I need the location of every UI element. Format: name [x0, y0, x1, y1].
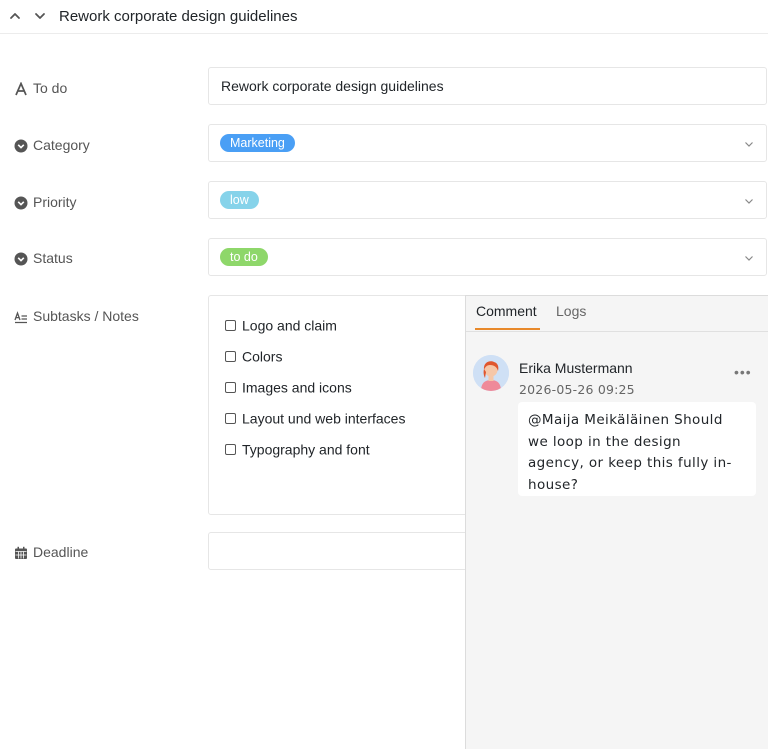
status-pill: to do [220, 248, 268, 266]
subtask-label: Colors [242, 348, 283, 365]
subtask-label: Typography and font [242, 441, 370, 458]
deadline-label-text: Deadline [33, 544, 89, 560]
checkbox[interactable] [225, 319, 236, 331]
chevron-down-icon [35, 13, 45, 19]
user-avatar-icon [473, 355, 509, 391]
checkbox[interactable] [225, 381, 236, 393]
category-label: Category [14, 135, 90, 155]
more-options-icon[interactable]: ••• [734, 364, 752, 380]
text-type-icon [14, 82, 30, 96]
status-label-text: Status [33, 250, 73, 266]
comment-line: @Maija Meikäläinen Should [528, 412, 723, 428]
priority-label-text: Priority [33, 194, 77, 210]
category-pill: Marketing [220, 134, 295, 152]
subtask-item[interactable]: Layout und web interfaces [225, 409, 405, 427]
category-select[interactable]: Marketing [208, 124, 767, 162]
chevron-down-icon [745, 199, 753, 204]
comment-author: Erika Mustermann [519, 360, 633, 376]
comments-tabs: Comment Logs [466, 296, 768, 332]
comment-line: we loop in the design [528, 433, 681, 450]
subtasks-editor[interactable]: Logo and claim Colors Images and icons L… [208, 295, 508, 515]
deadline-field[interactable] [208, 532, 508, 570]
comment-bubble: @Maija Meikäläinen Should we loop in the… [518, 402, 756, 496]
long-text-icon [14, 310, 30, 324]
priority-label: Priority [14, 192, 77, 212]
chevron-down-icon [745, 142, 753, 147]
checkbox[interactable] [225, 412, 236, 424]
category-label-text: Category [33, 137, 90, 153]
comment-line: house? [528, 476, 579, 493]
record-title: Rework corporate design guidelines [59, 8, 298, 25]
subtasks-label: Subtasks / Notes [14, 306, 139, 326]
subtask-item[interactable]: Colors [225, 347, 282, 365]
chevron-up-icon [10, 13, 20, 19]
tab-logs[interactable]: Logs [556, 303, 586, 319]
subtask-item[interactable]: Images and icons [225, 378, 352, 396]
avatar [473, 355, 509, 391]
priority-select[interactable]: low [208, 181, 767, 219]
subtask-label: Layout und web interfaces [242, 410, 406, 427]
comments-panel: Comment Logs Erika Mustermann 2026-05-26… [465, 295, 768, 749]
todo-label: To do [14, 78, 67, 98]
active-tab-indicator [475, 328, 540, 330]
calendar-icon [14, 546, 30, 560]
select-type-icon [14, 139, 30, 153]
todo-value: Rework corporate design guidelines [221, 78, 444, 94]
checkbox[interactable] [225, 443, 236, 455]
checkbox[interactable] [225, 350, 236, 362]
subtask-item[interactable]: Logo and claim [225, 316, 337, 334]
status-label: Status [14, 248, 73, 268]
priority-pill: low [220, 191, 259, 209]
comment-timestamp: 2026-05-26 09:25 [519, 382, 635, 397]
comment-line: agency, or keep this fully in- [528, 455, 732, 471]
todo-label-text: To do [33, 80, 68, 96]
deadline-label: Deadline [14, 542, 88, 562]
tab-comment[interactable]: Comment [476, 303, 537, 319]
status-select[interactable]: to do [208, 238, 767, 276]
next-record-button[interactable] [33, 9, 47, 23]
select-type-icon [14, 196, 30, 210]
subtask-label: Images and icons [242, 379, 352, 396]
subtask-item[interactable]: Typography and font [225, 440, 370, 458]
select-type-icon [14, 252, 30, 266]
subtask-label: Logo and claim [242, 317, 337, 334]
previous-record-button[interactable] [8, 9, 22, 23]
subtasks-label-text: Subtasks / Notes [33, 308, 139, 324]
todo-field[interactable]: Rework corporate design guidelines [208, 67, 767, 105]
chevron-down-icon [745, 256, 753, 261]
record-header: Rework corporate design guidelines [0, 0, 768, 34]
